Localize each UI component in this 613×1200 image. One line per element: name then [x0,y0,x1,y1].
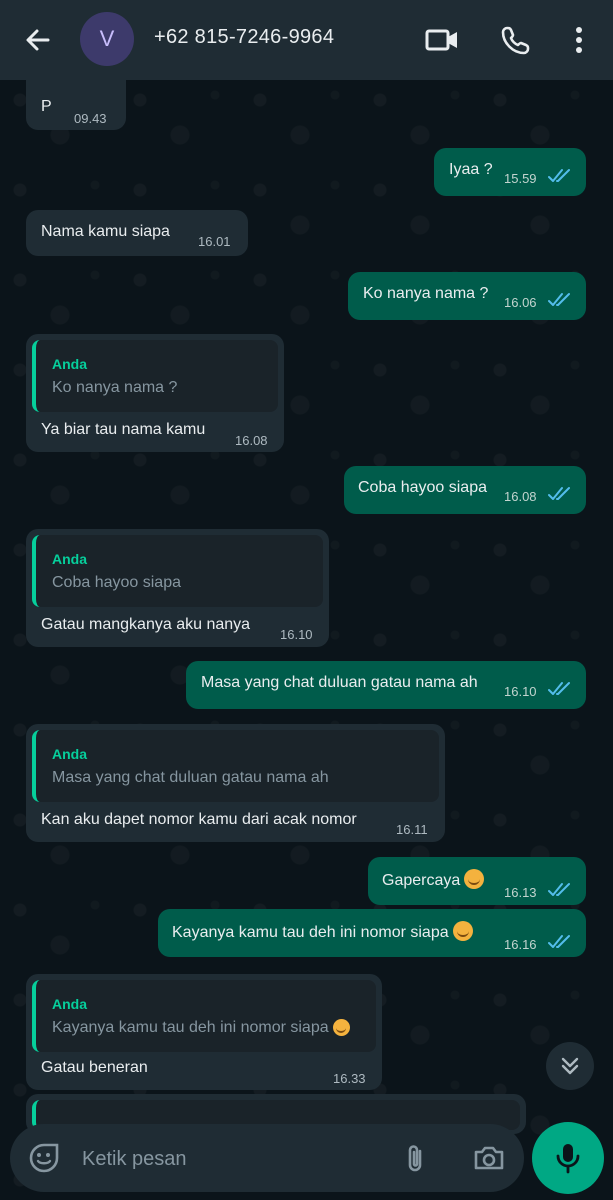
chat-header: V +62 815-7246-9964 [0,0,613,80]
message-text: Gapercaya [382,869,485,891]
quoted-message[interactable]: Anda Coba hayoo siapa [32,535,323,607]
message-time: 16.16 [504,937,537,952]
quoted-sender: Anda [52,746,87,762]
message-outgoing[interactable]: Coba hayoo siapa 16.08 [344,466,586,514]
message-text: Ya biar tau nama kamu [41,421,206,438]
message-text: P [41,98,52,115]
message-incoming[interactable]: Nama kamu siapa 16.01 [26,210,248,256]
read-ticks-icon [548,883,570,896]
message-time: 16.10 [280,627,313,642]
message-text-content: Gapercaya [382,872,461,889]
camera-icon[interactable] [472,1142,506,1174]
quoted-text: Kayanya kamu tau deh ini nomor siapa [52,1018,350,1038]
message-time: 16.33 [333,1071,366,1086]
message-text: Ko nanya nama ? [363,285,489,302]
message-incoming-reply[interactable]: Anda Coba hayoo siapa Gatau mangkanya ak… [26,529,329,647]
message-outgoing[interactable]: Kayanya kamu tau deh ini nomor siapa 16.… [158,909,586,957]
smiling-face-emoji-icon [452,921,473,941]
contact-name[interactable]: +62 815-7246-9964 [154,26,334,49]
read-ticks-icon [548,293,570,306]
quoted-text: Ko nanya nama ? [52,379,178,396]
avatar-letter: V [99,26,115,51]
message-time: 09.43 [74,111,107,126]
message-text: Nama kamu siapa [41,223,170,240]
message-time: 16.06 [504,295,537,310]
message-text: Gatau beneran [41,1059,148,1076]
scroll-to-bottom-button[interactable] [546,1042,594,1090]
phone-icon[interactable] [496,20,536,60]
message-outgoing[interactable]: Masa yang chat duluan gatau nama ah 16.1… [186,661,586,709]
smiling-face-emoji-icon [464,869,485,889]
message-time: 16.11 [396,822,428,837]
message-composer [10,1124,524,1194]
quoted-text-content: Kayanya kamu tau deh ini nomor siapa [52,1019,329,1036]
message-text: Masa yang chat duluan gatau nama ah [201,674,478,691]
quoted-message[interactable]: Anda Masa yang chat duluan gatau nama ah [32,730,439,802]
quoted-message[interactable]: Anda Kayanya kamu tau deh ini nomor siap… [32,980,376,1052]
message-text: Gatau mangkanya aku nanya [41,616,251,633]
mic-button[interactable] [532,1122,604,1194]
quoted-sender: Anda [52,356,87,372]
read-ticks-icon [548,169,570,182]
message-incoming-reply[interactable]: Anda Masa yang chat duluan gatau nama ah… [26,724,445,842]
quoted-sender: Anda [52,551,87,567]
mic-icon [556,1144,580,1174]
emoji-icon[interactable] [28,1142,60,1174]
smiling-face-emoji-icon [332,1019,350,1036]
message-time: 16.13 [504,885,537,900]
message-incoming-reply[interactable]: Anda Ko nanya nama ? Ya biar tau nama ka… [26,334,284,452]
message-outgoing[interactable]: Ko nanya nama ? 16.06 [348,272,586,320]
message-text-content: Kayanya kamu tau deh ini nomor siapa [172,924,449,941]
message-text: Coba hayoo siapa [358,479,487,496]
message-time: 16.08 [235,433,268,448]
quoted-message[interactable]: Anda Ko nanya nama ? [32,340,278,412]
read-ticks-icon [548,935,570,948]
avatar[interactable]: V [80,12,134,66]
quoted-sender: Anda [52,996,87,1012]
message-outgoing[interactable]: Gapercaya 16.13 [368,857,586,905]
message-text: Kan aku dapet nomor kamu dari acak nomor [41,811,357,828]
back-arrow-icon[interactable] [20,22,56,58]
more-vert-icon[interactable] [559,20,599,60]
message-time: 16.01 [198,234,231,249]
message-time: 15.59 [504,171,537,186]
message-incoming[interactable]: P 09.43 [26,80,126,130]
message-text: Kayanya kamu tau deh ini nomor siapa [172,921,473,943]
quoted-text: Coba hayoo siapa [52,574,181,591]
message-incoming-reply[interactable]: Anda Kayanya kamu tau deh ini nomor siap… [26,974,382,1090]
message-outgoing[interactable]: Iyaa ? 15.59 [434,148,586,196]
read-ticks-icon [548,682,570,695]
message-time: 16.08 [504,489,537,504]
double-chevron-down-icon [561,1057,579,1075]
message-text: Iyaa ? [449,161,493,178]
message-input[interactable] [80,1124,384,1194]
read-ticks-icon [548,487,570,500]
quoted-text: Masa yang chat duluan gatau nama ah [52,769,329,786]
attach-icon[interactable] [400,1142,432,1174]
video-call-icon[interactable] [422,20,462,60]
message-time: 16.10 [504,684,537,699]
